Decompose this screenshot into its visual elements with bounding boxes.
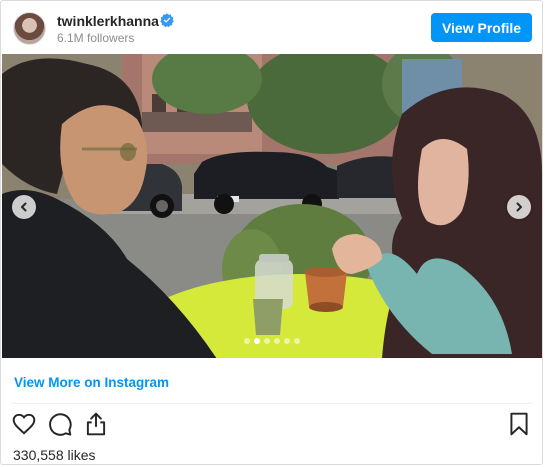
divider	[12, 403, 532, 404]
instagram-embed: twinklerkhanna 6.1M followers View Profi…	[0, 0, 543, 465]
like-count: 330,558 likes	[13, 447, 96, 463]
post-header: twinklerkhanna 6.1M followers View Profi…	[1, 1, 542, 54]
view-more-link[interactable]: View More on Instagram	[14, 375, 169, 390]
follower-count: 6.1M followers	[57, 31, 135, 45]
verified-badge-icon	[160, 13, 174, 27]
post-image[interactable]	[2, 54, 542, 358]
username[interactable]: twinklerkhanna	[57, 13, 159, 29]
carousel-dot	[294, 338, 300, 344]
next-image-button[interactable]	[507, 195, 531, 219]
post-photo	[2, 54, 542, 358]
carousel-dot-active	[254, 338, 260, 344]
previous-image-button[interactable]	[12, 195, 36, 219]
carousel-indicator	[244, 338, 300, 344]
heart-icon[interactable]	[11, 411, 37, 437]
carousel-dot	[264, 338, 270, 344]
chevron-right-icon	[516, 202, 522, 212]
comment-icon[interactable]	[47, 411, 73, 437]
share-icon[interactable]	[83, 411, 109, 437]
chevron-left-icon	[21, 202, 27, 212]
carousel-dot	[284, 338, 290, 344]
carousel-dot	[244, 338, 250, 344]
carousel-dot	[274, 338, 280, 344]
profile-avatar[interactable]	[13, 12, 46, 45]
bookmark-icon[interactable]	[506, 411, 532, 437]
view-profile-button[interactable]: View Profile	[431, 13, 532, 42]
